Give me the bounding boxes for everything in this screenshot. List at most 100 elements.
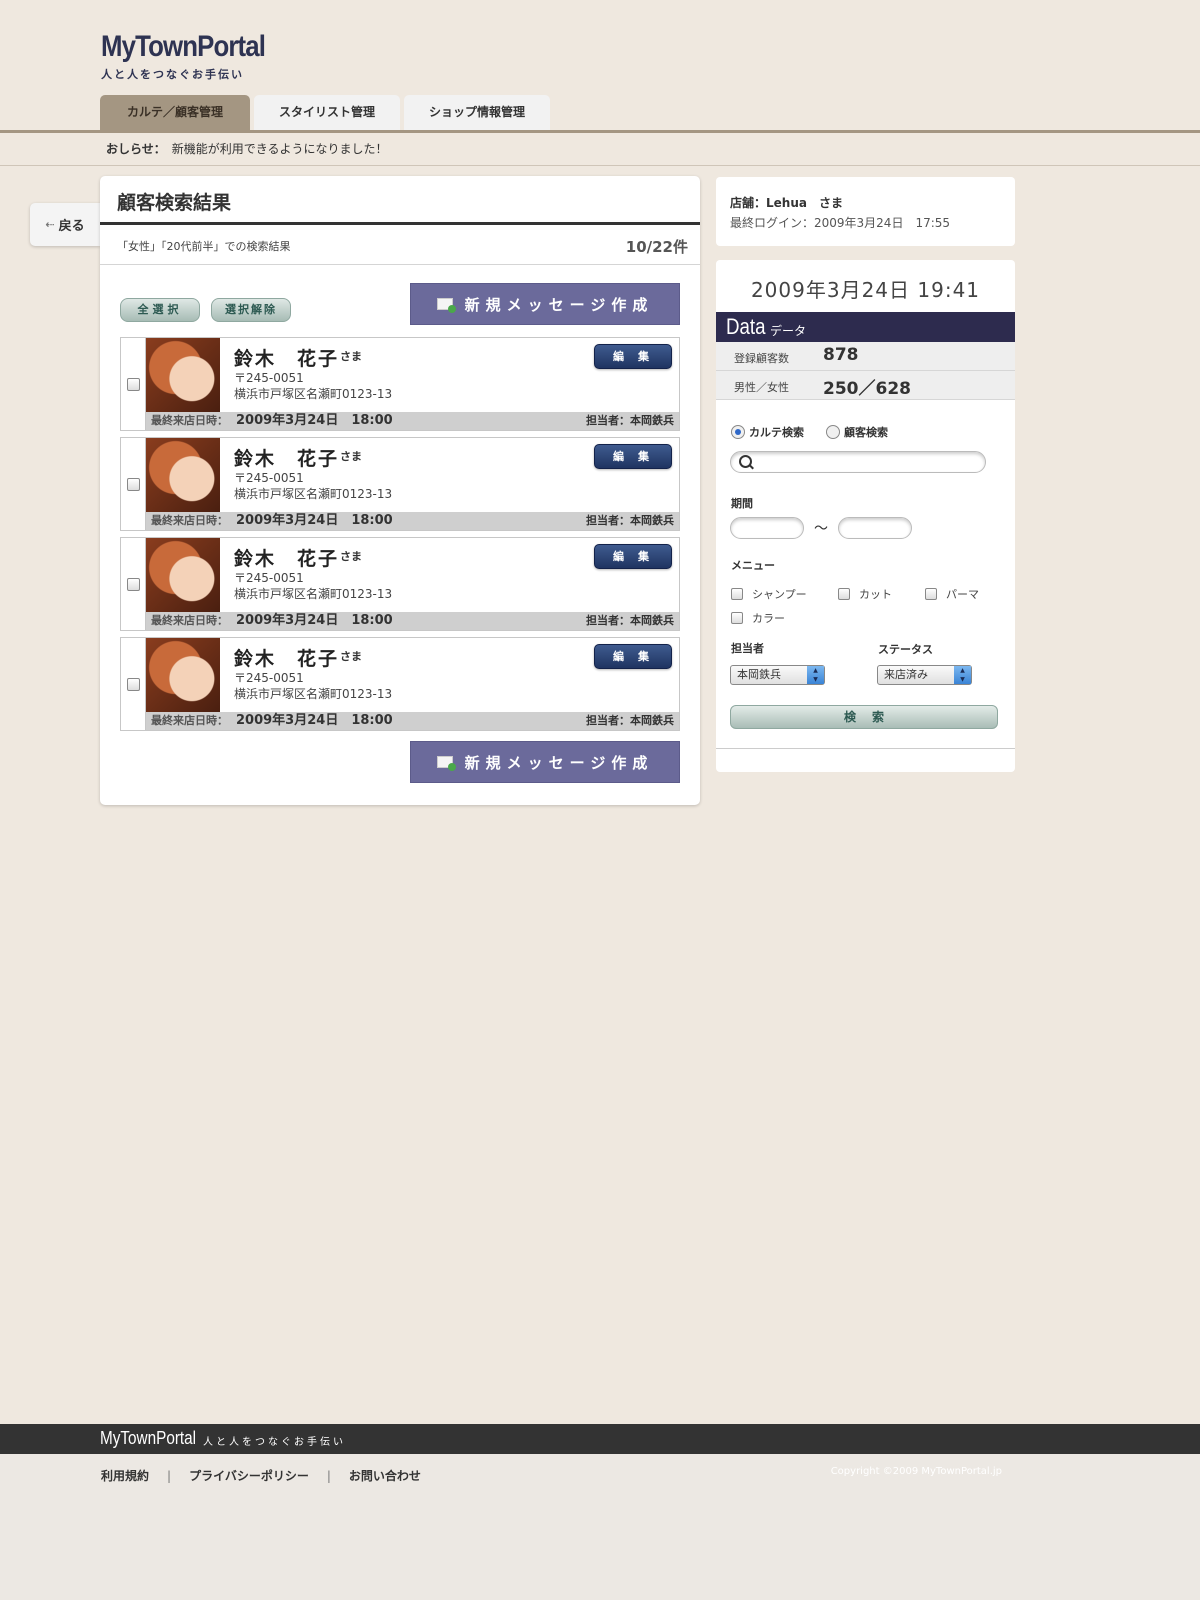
customer-photo [146, 538, 220, 612]
compose-label: 新規メッセージ作成 [464, 295, 654, 314]
staff-label: 担当者 [731, 642, 764, 655]
back-button[interactable]: ⇠ 戻る [30, 203, 100, 246]
stat-value: 878 [823, 345, 859, 365]
staff-name: 担当者：本岡鉄兵 [586, 514, 674, 527]
row-checkbox-cell [121, 338, 146, 430]
compose-label: 新規メッセージ作成 [464, 753, 654, 772]
customer-address: 横浜市戸塚区名瀬町0123-13 [234, 587, 393, 601]
customer-address: 横浜市戸塚区名瀬町0123-13 [234, 387, 393, 401]
link-contact[interactable]: お問い合わせ [349, 1467, 421, 1484]
tab-karte[interactable]: カルテ／顧客管理 [100, 95, 250, 130]
customer-footer: 最終来店日時： 2009年3月24日 18:00 担当者：本岡鉄兵 [146, 512, 679, 530]
data-subtitle: データ [770, 324, 807, 338]
site-logo[interactable]: MyTownPortal 人と人をつなぐお手伝い [101, 30, 292, 82]
deselect-button[interactable]: 選択解除 [211, 298, 291, 322]
checkbox-icon [925, 588, 937, 600]
link-separator: | [167, 1468, 172, 1483]
select-all-button[interactable]: 全選択 [120, 298, 200, 322]
footer-logo: MyTownPortal [100, 1428, 197, 1448]
link-separator: | [326, 1468, 331, 1483]
menu-label: メニュー [731, 559, 775, 572]
main-tabs: カルテ／顧客管理 スタイリスト管理 ショップ情報管理 [100, 95, 550, 130]
logo-text: MyTownPortal [101, 30, 266, 63]
checkbox-icon [731, 588, 743, 600]
current-datetime: 2009年3月24日 19:41 [750, 278, 981, 302]
status-select[interactable]: 来店済み ▲ ▼ [877, 665, 972, 685]
row-checkbox[interactable] [126, 577, 140, 591]
mail-icon [436, 298, 456, 313]
search-button[interactable]: 検索 [730, 705, 998, 729]
customer-zip: 〒245-0051 [234, 671, 304, 685]
staff-name: 担当者：本岡鉄兵 [586, 714, 674, 727]
data-title: Data [726, 314, 766, 339]
period-start-input[interactable] [730, 517, 804, 539]
checkbox-icon [731, 612, 743, 624]
stat-row: 登録顧客数 878 [716, 342, 1015, 371]
select-arrows-icon: ▲ ▼ [807, 666, 824, 684]
mail-icon [436, 756, 456, 771]
row-checkbox[interactable] [126, 477, 140, 491]
edit-button[interactable]: 編集 [594, 344, 672, 369]
last-visit-date: 2009年3月24日 18:00 [236, 413, 393, 428]
row-checkbox[interactable] [126, 377, 140, 391]
customer-card: 鈴木 花子 さま 〒245-0051 横浜市戸塚区名瀬町0123-13 編集 最… [120, 537, 680, 631]
row-checkbox-cell [121, 438, 146, 530]
radio-customer-search[interactable]: 顧客検索 [826, 424, 888, 440]
period-end-input[interactable] [838, 517, 912, 539]
staff-select-value: 本岡鉄兵 [737, 668, 781, 681]
edit-button[interactable]: 編集 [594, 644, 672, 669]
tab-stylist[interactable]: スタイリスト管理 [254, 95, 400, 130]
link-terms[interactable]: 利用規約 [101, 1467, 149, 1484]
honorific: さま [340, 550, 362, 563]
period-tilde: ～ [814, 521, 828, 537]
edit-button[interactable]: 編集 [594, 444, 672, 469]
staff-name: 担当者：本岡鉄兵 [586, 614, 674, 627]
customer-zip: 〒245-0051 [234, 471, 304, 485]
menu-checkbox-perm[interactable]: パーマ [925, 586, 979, 602]
menu-item-label: パーマ [946, 588, 979, 601]
panel-divider [716, 748, 1015, 749]
period-label: 期間 [731, 497, 753, 510]
last-visit-date: 2009年3月24日 18:00 [236, 713, 393, 728]
customer-footer: 最終来店日時： 2009年3月24日 18:00 担当者：本岡鉄兵 [146, 612, 679, 630]
data-header: Data データ [716, 312, 1015, 342]
data-search-panel: 2009年3月24日 19:41 Data データ 登録顧客数 878 男性／女… [716, 260, 1015, 772]
notice-label: おしらせ： [106, 142, 166, 156]
row-checkbox[interactable] [126, 677, 140, 691]
logo-tagline: 人と人をつなぐお手伝い [101, 68, 244, 81]
customer-zip: 〒245-0051 [234, 371, 304, 385]
search-icon [739, 455, 752, 468]
keyword-search-input[interactable] [730, 451, 986, 473]
customer-card: 鈴木 花子 さま 〒245-0051 横浜市戸塚区名瀬町0123-13 編集 最… [120, 637, 680, 731]
compose-message-button-top[interactable]: 新規メッセージ作成 [410, 283, 680, 325]
customer-card: 鈴木 花子 さま 〒245-0051 横浜市戸塚区名瀬町0123-13 編集 最… [120, 437, 680, 531]
honorific: さま [340, 450, 362, 463]
stat-label: 登録顧客数 [734, 352, 789, 365]
radio-karte-search[interactable]: カルテ検索 [731, 424, 804, 440]
menu-checkbox-cut[interactable]: カット [838, 586, 892, 602]
menu-item-label: シャンプー [752, 588, 807, 601]
page-title: 顧客検索結果 [117, 192, 232, 214]
footer-tagline: 人と人をつなぐお手伝い [203, 1437, 346, 1448]
last-visit-label: 最終来店日時： [151, 614, 228, 627]
status-label: ステータス [878, 643, 933, 656]
stat-value: 250／628 [823, 379, 911, 399]
menu-checkbox-color[interactable]: カラー [731, 610, 785, 626]
last-visit-date: 2009年3月24日 18:00 [236, 513, 393, 528]
customer-name: 鈴木 花子 [234, 548, 340, 570]
notice-bar: おしらせ： 新機能が利用できるようになりました！ [106, 140, 388, 157]
staff-select[interactable]: 本岡鉄兵 ▲ ▼ [730, 665, 825, 685]
customer-zip: 〒245-0051 [234, 571, 304, 585]
radio-karte-label: カルテ検索 [749, 426, 804, 439]
link-privacy[interactable]: プライバシーポリシー [189, 1467, 309, 1484]
back-label: 戻る [58, 219, 85, 234]
header-divider [0, 130, 1200, 133]
stat-label: 男性／女性 [734, 381, 789, 394]
edit-button[interactable]: 編集 [594, 544, 672, 569]
result-count: 10/22件 [625, 238, 688, 256]
compose-message-button-bottom[interactable]: 新規メッセージ作成 [410, 741, 680, 783]
search-conditions: 「女性」「20代前半」での検索結果 [117, 240, 291, 253]
menu-checkbox-shampoo[interactable]: シャンプー [731, 586, 807, 602]
tab-shop-info[interactable]: ショップ情報管理 [404, 95, 550, 130]
last-visit-label: 最終来店日時： [151, 514, 228, 527]
